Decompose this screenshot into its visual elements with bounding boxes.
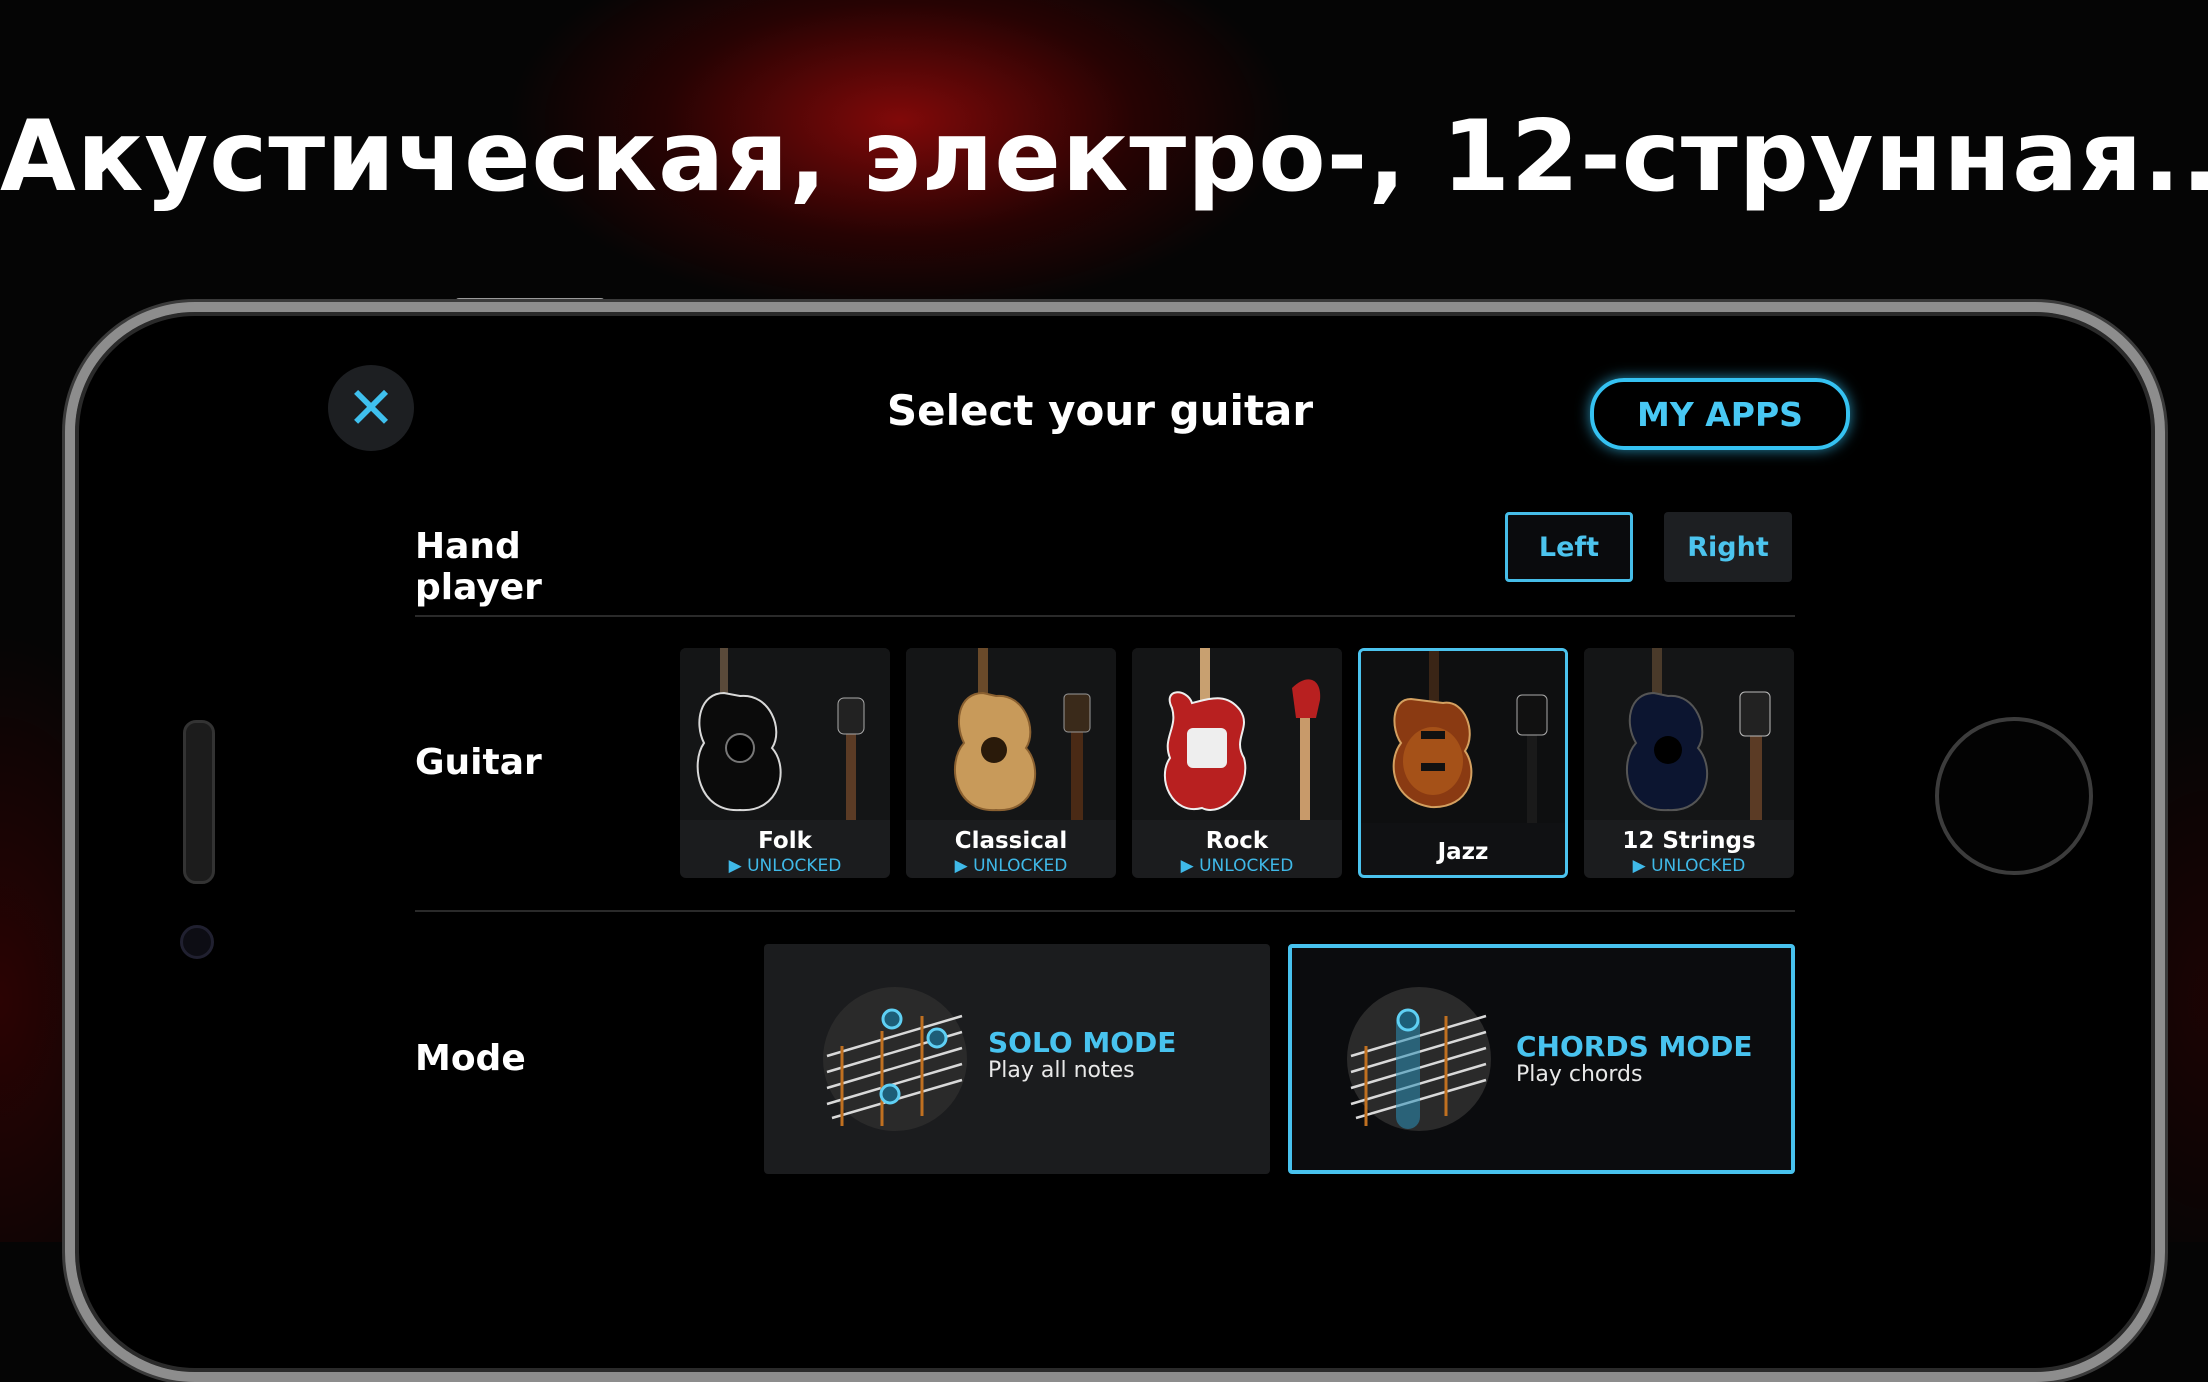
close-icon: ✕ <box>346 374 396 442</box>
mode-label: Mode <box>415 1038 526 1079</box>
unlocked-badge: ▶ UNLOCKED <box>1180 856 1294 876</box>
12-strings-guitar-image <box>1584 648 1794 820</box>
phone-camera <box>180 925 214 959</box>
guitar-label: Guitar <box>415 742 542 783</box>
unlocked-badge: ▶ UNLOCKED <box>954 856 1068 876</box>
rock-guitar-image <box>1132 648 1342 820</box>
guitar-card-rock[interactable]: Rock ▶ UNLOCKED <box>1132 648 1342 878</box>
folk-guitar-image <box>680 648 890 820</box>
mode-subtitle: Play all notes <box>988 1058 1135 1083</box>
jazz-guitar-image <box>1361 651 1565 823</box>
guitar-card-folk[interactable]: Folk ▶ UNLOCKED <box>680 648 890 878</box>
chords-mode-card[interactable]: CHORDS MODE Play chords <box>1288 944 1795 1174</box>
guitar-card-jazz[interactable]: Jazz <box>1358 648 1568 878</box>
guitar-name: Rock <box>1205 828 1269 854</box>
guitar-name: Classical <box>954 828 1068 854</box>
phone-home-button <box>1935 717 2093 875</box>
mode-subtitle: Play chords <box>1516 1062 1643 1087</box>
hand-player-label: Hand player <box>415 526 542 608</box>
unlocked-badge: ▶ UNLOCKED <box>728 856 842 876</box>
promo-headline: Акустическая, электро-, 12-струнная... <box>0 100 2208 214</box>
phone-speaker <box>183 720 215 884</box>
guitar-name: Jazz <box>1437 839 1489 865</box>
hand-right-button[interactable]: Right <box>1664 512 1792 582</box>
divider <box>415 910 1795 912</box>
solo-mode-icon <box>823 987 967 1131</box>
mode-title: SOLO MODE <box>988 1026 1177 1059</box>
guitar-name: Folk <box>758 828 812 854</box>
unlocked-badge: ▶ UNLOCKED <box>1632 856 1746 876</box>
guitar-card-classical[interactable]: Classical ▶ UNLOCKED <box>906 648 1116 878</box>
my-apps-button[interactable]: MY APPS <box>1590 378 1850 450</box>
page-title: Select your guitar <box>886 386 1314 435</box>
hand-left-button[interactable]: Left <box>1505 512 1633 582</box>
mode-title: CHORDS MODE <box>1516 1030 1753 1063</box>
guitar-card-12-strings[interactable]: 12 Strings ▶ UNLOCKED <box>1584 648 1794 878</box>
chords-mode-icon <box>1347 987 1491 1131</box>
solo-mode-card[interactable]: SOLO MODE Play all notes <box>764 944 1270 1174</box>
divider <box>415 615 1795 617</box>
guitar-name: 12 Strings <box>1622 828 1756 854</box>
classical-guitar-image <box>906 648 1116 820</box>
close-button[interactable]: ✕ <box>328 365 414 451</box>
